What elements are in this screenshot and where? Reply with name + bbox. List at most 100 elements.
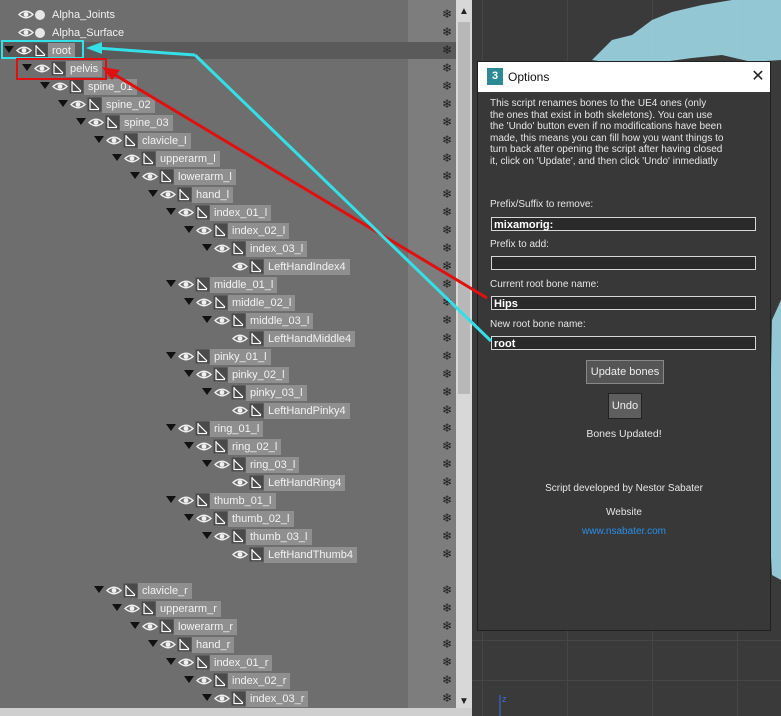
outliner-row[interactable]: ❄ middle_02_l	[0, 294, 456, 311]
eye-icon[interactable]	[231, 404, 249, 417]
outliner-row[interactable]: ❄ pinky_01_l	[0, 348, 456, 365]
eye-icon[interactable]	[195, 296, 213, 309]
expand-arrow-icon[interactable]	[166, 280, 176, 287]
close-button[interactable]: ✕	[746, 62, 770, 92]
outliner-row[interactable]: ❄ index_01_l	[0, 204, 456, 221]
outliner-row[interactable]: ❄ upperarm_r	[0, 600, 456, 617]
snowflake-icon[interactable]: ❄	[442, 295, 452, 309]
eye-icon[interactable]	[195, 368, 213, 381]
expand-arrow-icon[interactable]	[112, 154, 122, 161]
eye-icon[interactable]	[195, 512, 213, 525]
horizontal-scrollbar[interactable]	[0, 708, 472, 716]
expand-arrow-icon[interactable]	[202, 316, 212, 323]
eye-icon[interactable]	[159, 188, 177, 201]
snowflake-icon[interactable]: ❄	[442, 529, 452, 543]
eye-icon[interactable]	[195, 440, 213, 453]
snowflake-icon[interactable]: ❄	[442, 151, 452, 165]
outliner-row[interactable]: ❄ spine_02	[0, 96, 456, 113]
outliner-row[interactable]: ❄ index_01_r	[0, 654, 456, 671]
eye-icon[interactable]	[105, 134, 123, 147]
outliner-row[interactable]: ❄ clavicle_r	[0, 582, 456, 599]
eye-icon[interactable]	[213, 530, 231, 543]
eye-icon[interactable]	[17, 8, 35, 21]
outliner-row[interactable]: ❄ index_02_l	[0, 222, 456, 239]
expand-arrow-icon[interactable]	[22, 64, 32, 71]
expand-arrow-icon[interactable]	[166, 424, 176, 431]
eye-icon[interactable]	[123, 152, 141, 165]
eye-icon[interactable]	[213, 314, 231, 327]
expand-arrow-icon[interactable]	[184, 370, 194, 377]
expand-arrow-icon[interactable]	[76, 118, 86, 125]
eye-icon[interactable]	[213, 692, 231, 705]
expand-arrow-icon[interactable]	[202, 460, 212, 467]
outliner-row[interactable]: ❄ pelvis	[0, 60, 456, 77]
outliner-row[interactable]: ❄ clavicle_l	[0, 132, 456, 149]
outliner-row[interactable]: ❄ LeftHandThumb4	[0, 546, 456, 563]
outliner-row[interactable]: ❄ lowerarm_l	[0, 168, 456, 185]
dialog-titlebar[interactable]: 3 Options ✕	[478, 62, 770, 92]
snowflake-icon[interactable]: ❄	[442, 637, 452, 651]
snowflake-icon[interactable]: ❄	[442, 115, 452, 129]
expand-arrow-icon[interactable]	[166, 496, 176, 503]
expand-arrow-icon[interactable]	[94, 586, 104, 593]
outliner-row[interactable]: ❄ index_02_r	[0, 672, 456, 689]
eye-icon[interactable]	[177, 494, 195, 507]
eye-icon[interactable]	[177, 350, 195, 363]
eye-icon[interactable]	[195, 224, 213, 237]
outliner-row[interactable]: ❄ thumb_01_l	[0, 492, 456, 509]
expand-arrow-icon[interactable]	[202, 388, 212, 395]
outliner-row[interactable]: ❄ index_03_r	[0, 690, 456, 707]
eye-icon[interactable]	[213, 386, 231, 399]
expand-arrow-icon[interactable]	[184, 226, 194, 233]
expand-arrow-icon[interactable]	[40, 82, 50, 89]
outliner-row[interactable]: ❄ root	[0, 42, 456, 59]
expand-arrow-icon[interactable]	[130, 172, 140, 179]
outliner-row[interactable]: ❄ lowerarm_r	[0, 618, 456, 635]
expand-arrow-icon[interactable]	[148, 190, 158, 197]
snowflake-icon[interactable]: ❄	[442, 655, 452, 669]
snowflake-icon[interactable]: ❄	[442, 169, 452, 183]
snowflake-icon[interactable]: ❄	[442, 349, 452, 363]
eye-icon[interactable]	[17, 26, 35, 39]
eye-icon[interactable]	[231, 476, 249, 489]
eye-icon[interactable]	[159, 638, 177, 651]
outliner-row[interactable]: ❄ Alpha_Surface	[0, 24, 456, 41]
snowflake-icon[interactable]: ❄	[442, 223, 452, 237]
snowflake-icon[interactable]: ❄	[442, 187, 452, 201]
outliner-row[interactable]: ❄ spine_01	[0, 78, 456, 95]
eye-icon[interactable]	[15, 44, 33, 57]
expand-arrow-icon[interactable]	[130, 622, 140, 629]
eye-icon[interactable]	[213, 458, 231, 471]
eye-icon[interactable]	[87, 116, 105, 129]
snowflake-icon[interactable]: ❄	[442, 619, 452, 633]
eye-icon[interactable]	[123, 602, 141, 615]
outliner-row[interactable]: ❄ index_03_l	[0, 240, 456, 257]
eye-icon[interactable]	[177, 422, 195, 435]
expand-arrow-icon[interactable]	[166, 658, 176, 665]
snowflake-icon[interactable]: ❄	[442, 43, 452, 57]
snowflake-icon[interactable]: ❄	[442, 421, 452, 435]
snowflake-icon[interactable]: ❄	[442, 583, 452, 597]
snowflake-icon[interactable]: ❄	[442, 25, 452, 39]
website-link[interactable]: www.nsabater.com	[478, 526, 770, 537]
snowflake-icon[interactable]: ❄	[442, 547, 452, 561]
snowflake-icon[interactable]: ❄	[442, 97, 452, 111]
outliner-row[interactable]: ❄ hand_l	[0, 186, 456, 203]
snowflake-icon[interactable]: ❄	[442, 61, 452, 75]
eye-icon[interactable]	[69, 98, 87, 111]
snowflake-icon[interactable]: ❄	[442, 241, 452, 255]
eye-icon[interactable]	[33, 62, 51, 75]
expand-arrow-icon[interactable]	[202, 694, 212, 701]
expand-arrow-icon[interactable]	[58, 100, 68, 107]
new-root-input[interactable]: root	[491, 336, 756, 350]
outliner-row[interactable]: ❄ Alpha_Joints	[0, 6, 456, 23]
outliner-row[interactable]: ❄ thumb_02_l	[0, 510, 456, 527]
prefix-add-input[interactable]	[491, 256, 756, 270]
outliner-row[interactable]: ❄ LeftHandIndex4	[0, 258, 456, 275]
snowflake-icon[interactable]: ❄	[442, 385, 452, 399]
snowflake-icon[interactable]: ❄	[442, 403, 452, 417]
outliner-row[interactable]: ❄ ring_01_l	[0, 420, 456, 437]
snowflake-icon[interactable]: ❄	[442, 673, 452, 687]
expand-arrow-icon[interactable]	[166, 352, 176, 359]
snowflake-icon[interactable]: ❄	[442, 79, 452, 93]
